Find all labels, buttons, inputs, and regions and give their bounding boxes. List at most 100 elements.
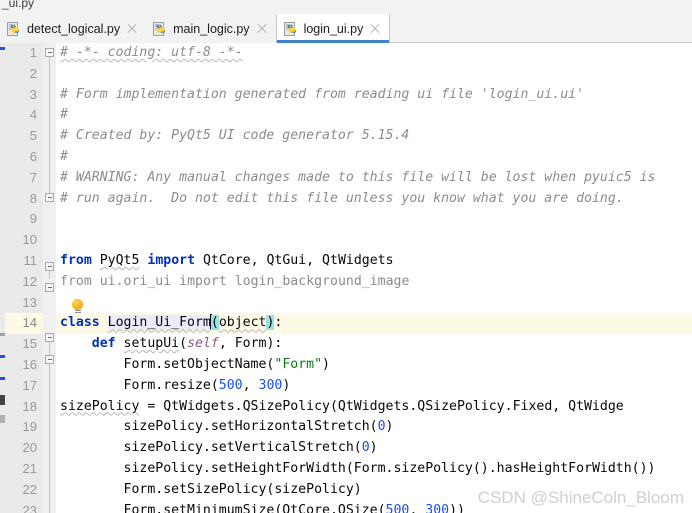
module-ui-ori-ui: ui.ori_ui — [99, 273, 172, 289]
line-number: 3 — [29, 86, 37, 102]
comment-token: # WARNING: Any manual changes made to th… — [60, 169, 656, 185]
module-pyqt5: PyQt5 — [99, 252, 140, 268]
base-class-object: object — [218, 315, 267, 331]
code-line-21: sizePolicy.setHeightForWidth(Form.sizePo… — [56, 459, 692, 480]
string-form: "Form" — [274, 356, 323, 372]
python-file-icon — [283, 21, 299, 37]
line-number: 17 — [22, 377, 37, 393]
number-300: 300 — [258, 377, 283, 393]
line-number: 16 — [22, 356, 37, 372]
class-name-login-ui-form: Login_Ui_Form — [107, 315, 211, 331]
line-number-current: 14 — [5, 313, 43, 335]
code-text-area[interactable]: # -*- coding: utf-8 -*- # Form implement… — [56, 43, 692, 513]
fold-toggle-icon[interactable] — [45, 262, 54, 271]
line-number: 8 — [29, 190, 37, 206]
line-number: 1 — [29, 45, 37, 60]
code-line-22: Form.setSizePolicy(sizePolicy) — [56, 480, 692, 501]
code-line-6: # — [56, 147, 692, 168]
line-number: 2 — [29, 65, 37, 81]
code-line-11: from PyQt5 import QtCore, QtGui, QtWidge… — [56, 251, 692, 272]
fold-toggle-icon[interactable] — [45, 193, 54, 202]
line-number: 12 — [22, 273, 37, 289]
breadcrumb: _ui.py — [2, 0, 35, 10]
code-editor[interactable]: 1 2 3 4 5 6 7 8 9 10 11 12 13 14 15 16 1… — [0, 43, 692, 513]
line-number: 10 — [22, 232, 37, 248]
number-300: 300 — [425, 502, 450, 513]
breadcrumb-strip: _ui.py — [0, 0, 692, 15]
close-icon[interactable] — [369, 23, 381, 35]
line-number: 11 — [23, 252, 38, 268]
lightbulb-icon[interactable] — [72, 299, 83, 313]
line-number: 18 — [22, 398, 37, 414]
code-folding-gutter[interactable] — [43, 43, 56, 513]
param-self: self — [187, 336, 219, 352]
comment-token: # run again. Do not edit this file unles… — [60, 190, 624, 206]
method-name-setupui: setupUi — [123, 336, 180, 352]
line-number: 7 — [29, 169, 37, 185]
line-number: 9 — [29, 211, 37, 227]
line-number: 5 — [29, 128, 37, 144]
comment-token: # — [60, 107, 68, 123]
number-0: 0 — [377, 419, 386, 435]
fold-toggle-icon[interactable] — [45, 48, 54, 57]
code-line-19: sizePolicy.setHorizontalStretch(0) — [60, 419, 394, 435]
pycharm-editor-window: _ui.py detect_logical.py main_logic.py l… — [0, 0, 692, 513]
tab-label: detect_logical.py — [27, 21, 121, 36]
comment-token: # -*- coding: utf-8 -*- — [60, 45, 243, 60]
tab-login-ui-py[interactable]: login_ui.py — [275, 14, 391, 43]
code-line-15: def setupUi(self, Form): — [91, 336, 283, 352]
comment-token: # — [60, 148, 68, 164]
code-line-17: Form.resize(500, 300) — [60, 377, 291, 393]
keyword-class: class — [60, 315, 100, 331]
python-file-icon — [7, 21, 22, 37]
number-500: 500 — [385, 502, 410, 513]
number-500: 500 — [218, 377, 243, 393]
import-name: login_background_image — [234, 273, 410, 289]
fold-region-line — [49, 365, 50, 513]
code-text: Form.setSizePolicy(sizePolicy) — [60, 481, 362, 497]
fold-region-line — [49, 53, 50, 193]
code-text: sizePolicy.setHeightForWidth(Form.sizePo… — [60, 460, 656, 476]
code-line-8: # run again. Do not edit this file unles… — [56, 189, 692, 210]
code-line-20: sizePolicy.setVerticalStretch(0) — [60, 440, 378, 456]
tab-main-logic-py[interactable]: main_logic.py — [146, 14, 276, 43]
keyword-import: import — [147, 252, 196, 268]
line-number: 15 — [22, 336, 37, 352]
fold-toggle-icon[interactable] — [45, 333, 54, 342]
keyword-import: import — [179, 273, 227, 289]
code-line-14: class Login_Ui_Form(object): — [56, 313, 692, 335]
line-number: 13 — [22, 294, 37, 310]
tab-label: main_logic.py — [173, 21, 250, 36]
code-line-23: Form.setMinimumSize(QtCore.QSize(500, 30… — [56, 501, 692, 513]
close-icon[interactable] — [126, 23, 138, 35]
code-line-16: Form.setObjectName("Form") — [60, 356, 330, 372]
comment-token: # Form implementation generated from rea… — [60, 86, 585, 102]
keyword-from: from — [60, 273, 92, 289]
code-line-5: # Created by: PyQt5 UI code generator 5.… — [56, 126, 692, 147]
line-number: 4 — [29, 107, 37, 123]
line-number: 21 — [22, 460, 37, 476]
line-number: 22 — [22, 481, 37, 497]
tab-detect-logical-py[interactable]: detect_logical.py — [0, 14, 147, 43]
number-0: 0 — [361, 440, 370, 456]
keyword-def: def — [91, 336, 116, 352]
keyword-from: from — [60, 252, 92, 268]
fold-toggle-icon[interactable] — [45, 283, 54, 292]
open-paren: ( — [210, 315, 219, 331]
fold-toggle-icon[interactable] — [45, 355, 54, 364]
var-sizepolicy: sizePolicy — [60, 398, 140, 414]
colon: : — [274, 315, 283, 331]
code-line-4: # — [56, 105, 692, 126]
line-number: 19 — [22, 419, 37, 435]
import-list: QtCore, QtGui, QtWidgets — [202, 252, 394, 268]
code-line-7: # WARNING: Any manual changes made to th… — [56, 168, 692, 189]
close-icon[interactable] — [256, 23, 268, 35]
editor-tab-bar: detect_logical.py main_logic.py login_ui… — [0, 14, 692, 43]
tab-label: login_ui.py — [303, 21, 364, 36]
comment-token: # Created by: PyQt5 UI code generator 5.… — [60, 128, 410, 144]
code-line-1: # -*- coding: utf-8 -*- — [56, 43, 692, 64]
line-number: 23 — [22, 502, 37, 513]
code-line-12: from ui.ori_ui import login_background_i… — [56, 272, 692, 293]
